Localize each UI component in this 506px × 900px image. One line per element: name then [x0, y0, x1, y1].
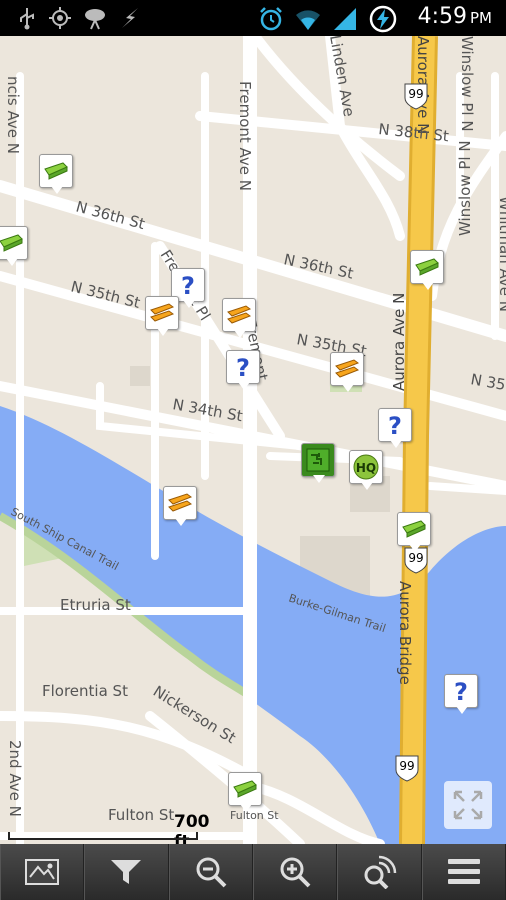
street-label: N 38th St — [378, 120, 450, 145]
menu-icon — [447, 859, 480, 884]
street-label: Etruria St — [60, 596, 131, 614]
mystery-cache-icon: ? — [181, 272, 195, 298]
scale-bar — [8, 832, 198, 840]
battery-charging-icon — [369, 5, 397, 33]
svg-text:?: ? — [236, 354, 250, 380]
multi-cache-marker[interactable] — [222, 298, 258, 340]
zoom-in-icon — [280, 857, 311, 888]
multi-cache-icon — [168, 493, 193, 512]
multi-cache-marker[interactable] — [330, 352, 366, 394]
multi-cache-marker[interactable] — [145, 296, 181, 338]
search-nearby-icon — [364, 855, 397, 889]
usb-icon — [20, 8, 34, 30]
headquarters-icon: HQ — [353, 454, 379, 480]
map-view[interactable]: ncis Ave N Fremont Ave N Linden Ave Auro… — [0, 36, 506, 844]
clock: 4:59 PM — [417, 4, 492, 29]
zoom-out-button[interactable] — [168, 844, 253, 900]
traditional-cache-marker[interactable] — [397, 512, 433, 554]
bottom-toolbar — [0, 844, 506, 900]
traditional-cache-marker[interactable] — [0, 226, 30, 268]
multi-cache-icon — [227, 305, 252, 324]
menu-button[interactable] — [421, 844, 506, 900]
mystery-cache-icon: ? — [236, 354, 250, 380]
street-label: 2nd Ave N — [6, 740, 24, 817]
mystery-cache-icon: ? — [454, 678, 468, 704]
map-base: ncis Ave N Fremont Ave N Linden Ave Auro… — [0, 36, 506, 844]
mystery-cache-icon: ? — [388, 412, 402, 438]
svg-text:?: ? — [454, 678, 468, 704]
fullscreen-icon — [453, 790, 483, 820]
filter-button[interactable] — [84, 844, 169, 900]
multi-cache-icon — [150, 303, 175, 322]
street-label: Whitman Ave N — [496, 196, 506, 312]
map-layers-icon — [25, 859, 60, 885]
headquarters-marker[interactable]: HQ — [349, 450, 385, 492]
earthcache-marker[interactable] — [301, 443, 337, 485]
street-label: Florentia St — [42, 682, 128, 700]
street-label: N 35 — [469, 370, 506, 394]
street-label: Fremont Ave N — [236, 81, 254, 191]
street-label: Winslow Pl N — [458, 36, 476, 132]
street-label: Aurora Ave N — [390, 293, 408, 391]
street-label: N 36th St — [74, 197, 147, 233]
mystery-cache-marker[interactable]: ? — [378, 408, 414, 450]
fullscreen-button[interactable] — [444, 781, 492, 829]
mystery-cache-marker[interactable]: ? — [226, 350, 262, 392]
search-nearby-button[interactable] — [337, 844, 422, 900]
traditional-cache-marker[interactable] — [39, 154, 75, 196]
status-bar: 4:59 PM — [0, 0, 506, 36]
traditional-cache-icon — [233, 780, 257, 798]
mystery-cache-marker[interactable]: ? — [444, 674, 480, 716]
traditional-cache-icon — [415, 258, 439, 276]
hq-label: HQ — [356, 461, 376, 475]
earthcache-icon — [306, 448, 330, 472]
multi-cache-icon — [335, 359, 360, 378]
gps-icon — [49, 7, 71, 29]
traditional-cache-icon — [402, 520, 426, 538]
wifi-icon — [296, 10, 320, 30]
highway-shield-label: 99 — [399, 759, 414, 773]
signal-bolt-icon — [122, 8, 138, 28]
street-label: Winslow Pl N — [456, 140, 474, 236]
svg-text:?: ? — [181, 272, 195, 298]
satellite-dish-icon — [85, 9, 105, 30]
zoom-out-icon — [196, 857, 227, 888]
traditional-cache-marker[interactable] — [410, 250, 446, 292]
highway-shield-label: 99 — [408, 87, 423, 101]
traditional-cache-icon — [44, 162, 68, 180]
traditional-cache-icon — [0, 234, 23, 252]
traditional-cache-marker[interactable] — [228, 772, 264, 814]
map-layers-button[interactable] — [0, 844, 85, 900]
map-scale: 700 ft — [6, 812, 210, 844]
alarm-clock-icon — [260, 7, 282, 31]
street-label: ncis Ave N — [4, 76, 22, 154]
zoom-in-button[interactable] — [252, 844, 338, 900]
street-label: Aurora Bridge — [396, 581, 414, 685]
cell-signal-icon — [334, 8, 356, 30]
svg-text:?: ? — [388, 412, 402, 438]
filter-icon — [111, 860, 142, 884]
multi-cache-marker[interactable] — [163, 486, 199, 528]
